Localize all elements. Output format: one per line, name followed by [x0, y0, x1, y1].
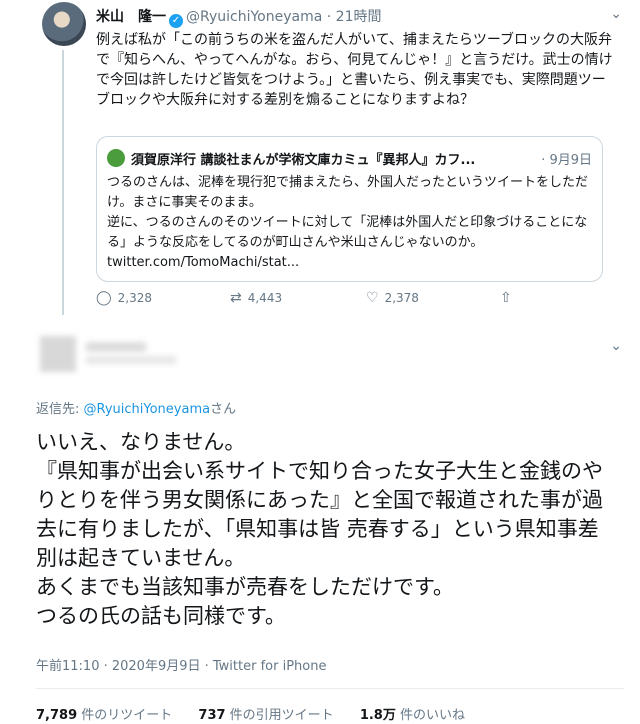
- reply-author-handle-blurred: [86, 356, 176, 364]
- chevron-down-icon[interactable]: ⌄: [610, 338, 622, 354]
- tweet-actions: ◯ 2,328 ⇄ 4,443 ♡ 2,378 ⇧: [96, 290, 516, 310]
- likes-count: 1.8万: [359, 708, 396, 723]
- reply-author-name-blurred: [86, 342, 146, 352]
- quote-avatar: [107, 149, 125, 167]
- retweets-stat[interactable]: 7,789 件のリツイート: [36, 708, 172, 723]
- avatar[interactable]: [42, 2, 86, 46]
- reply-meta[interactable]: 午前11:10 · 2020年9月9日 · Twitter for iPhone: [36, 655, 326, 674]
- author-name[interactable]: 米山 隆一: [96, 9, 166, 25]
- quotes-stat[interactable]: 737 件の引用ツイート: [198, 708, 333, 723]
- author-handle[interactable]: @RyuichiYoneyama: [186, 9, 322, 25]
- tweet-header: 米山 隆一 ✓ @RyuichiYoneyama · 21時間: [96, 6, 381, 28]
- reply-stats: 7,789 件のリツイート 737 件の引用ツイート 1.8万 件のいいね: [36, 704, 487, 723]
- reply-count: 2,328: [117, 291, 153, 305]
- retweet-button[interactable]: ⇄ 4,443: [230, 290, 282, 306]
- reply-avatar-blurred[interactable]: [40, 336, 76, 372]
- heart-icon: ♡: [366, 290, 379, 306]
- reply-icon: ◯: [96, 290, 112, 306]
- verified-icon: ✓: [169, 14, 183, 28]
- quote-author-name: 須賀原洋行 講談社まんが学術文庫カミュ『異邦人』カフ...: [131, 153, 476, 168]
- like-button[interactable]: ♡ 2,378: [366, 290, 419, 306]
- share-icon: ⇧: [500, 290, 512, 306]
- reply-button[interactable]: ◯ 2,328: [96, 290, 152, 306]
- divider: [36, 688, 624, 689]
- quote-tweet[interactable]: 須賀原洋行 講談社まんが学術文庫カミュ『異邦人』カフ... · 9月9日 つるの…: [96, 136, 603, 282]
- tweet-text: 例えば私が「この前うちの米を盗んだ人がいて、捕まえたらツーブロックの大阪弁で『知…: [96, 32, 613, 108]
- quote-text: つるのさんは、泥棒を現行犯で捕まえたら、外国人だったというツイートをしただけ。ま…: [107, 175, 589, 270]
- retweets-label: 件のリツイート: [77, 708, 173, 723]
- likes-label: 件のいいね: [395, 708, 465, 723]
- reply-to-handle-link[interactable]: @RyuichiYoneyama: [84, 402, 211, 417]
- separator-dot: ·: [326, 9, 332, 25]
- share-button[interactable]: ⇧: [500, 290, 518, 306]
- likes-stat[interactable]: 1.8万 件のいいね: [360, 708, 465, 723]
- tweet-time[interactable]: 21時間: [336, 9, 382, 25]
- reply-text: いいえ、なりません。 『県知事が出会い系サイトで知り合った女子大生と金銭のやりと…: [36, 430, 603, 628]
- retweet-icon: ⇄: [230, 290, 242, 306]
- chevron-down-icon[interactable]: ⌄: [610, 6, 622, 22]
- retweet-count: 4,443: [247, 291, 283, 305]
- retweets-count: 7,789: [36, 708, 78, 723]
- reply-to-line: 返信先: @RyuichiYoneyamaさん: [36, 398, 236, 417]
- quote-date: · 9月9日: [541, 153, 592, 168]
- like-count: 2,378: [384, 291, 419, 305]
- quotes-label: 件の引用ツイート: [225, 708, 334, 723]
- quotes-count: 737: [198, 708, 226, 723]
- reply-to-prefix: 返信先:: [36, 402, 84, 417]
- thread-line: [62, 50, 64, 315]
- reply-to-suffix: さん: [210, 402, 237, 417]
